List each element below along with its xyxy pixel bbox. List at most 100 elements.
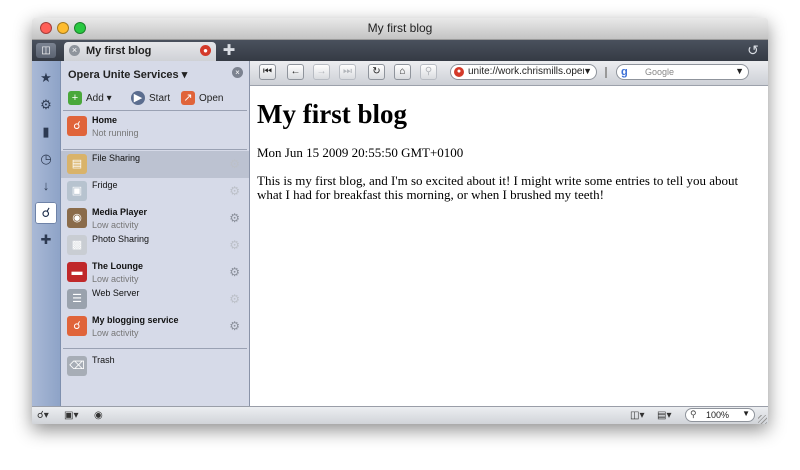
notes-panel-button[interactable]: ▮ bbox=[35, 121, 57, 143]
new-tab-button[interactable]: ✚ bbox=[220, 42, 238, 59]
service-status: Low activity bbox=[92, 328, 139, 338]
list-item-fridge[interactable]: ▣ Fridge ⚙ bbox=[61, 178, 249, 205]
plus-icon: ✚ bbox=[40, 232, 52, 247]
list-item-trash[interactable]: ⌫ Trash bbox=[61, 353, 249, 380]
unite-icon: ● bbox=[200, 45, 211, 56]
history-panel-button[interactable]: ◷ bbox=[35, 148, 57, 170]
add-button[interactable]: + Add ▾ bbox=[68, 91, 112, 107]
gear-icon[interactable]: ⚙ bbox=[229, 265, 240, 279]
forward-button[interactable]: → bbox=[313, 64, 330, 80]
reload-icon: ↻ bbox=[372, 66, 381, 77]
service-name: Photo Sharing bbox=[92, 234, 150, 244]
close-panel-icon[interactable]: × bbox=[232, 67, 243, 78]
zoom-select[interactable]: ⚲ 100% ▼ bbox=[685, 408, 755, 422]
open-label: Open bbox=[199, 93, 224, 104]
list-item-photo-sharing[interactable]: ▩ Photo Sharing ⚙ bbox=[61, 232, 249, 259]
wand-button[interactable]: ⚲ bbox=[420, 64, 437, 80]
title-bar: My first blog bbox=[32, 18, 768, 40]
magnifier-icon: ⚲ bbox=[690, 409, 697, 419]
divider bbox=[63, 149, 247, 150]
gear-icon[interactable]: ⚙ bbox=[229, 157, 240, 171]
unite-panel-button[interactable]: ☌ bbox=[35, 202, 57, 224]
open-button[interactable]: ↗ Open bbox=[181, 91, 223, 107]
browser-window: My first blog ◫ × My first blog ● ✚ ↺ ★ … bbox=[32, 18, 768, 424]
fast-forward-icon: ⏭ bbox=[343, 66, 352, 77]
list-item-the-lounge[interactable]: ▬ The Lounge Low activity ⚙ bbox=[61, 259, 249, 286]
gear-icon[interactable]: ⚙ bbox=[229, 292, 240, 306]
service-name: Web Server bbox=[92, 288, 140, 298]
service-name: Media Player bbox=[92, 207, 148, 217]
panel-toggle-button[interactable]: ◫ bbox=[36, 43, 56, 58]
search-field[interactable]: g Google ▼ bbox=[616, 64, 749, 80]
post-body: This is my first blog, and I'm so excite… bbox=[257, 173, 739, 202]
tab-label: My first blog bbox=[86, 45, 152, 57]
reload-button[interactable]: ↻ bbox=[368, 64, 385, 80]
resize-handle[interactable] bbox=[758, 415, 767, 424]
rewind-icon: ⏮ bbox=[263, 66, 272, 77]
navigation-toolbar: ⏮ ← → ⏭ ↻ ⌂ ⚲ ● unite://work.chrismills.… bbox=[250, 61, 768, 86]
service-status: Low activity bbox=[92, 274, 139, 284]
gear-icon[interactable]: ⚙ bbox=[229, 211, 240, 225]
unite-home-icon: ☌ bbox=[67, 116, 87, 136]
play-icon: ▶ bbox=[131, 91, 145, 106]
view-mode-button[interactable]: ◫▾ bbox=[630, 409, 644, 422]
download-icon: ↓ bbox=[42, 178, 50, 193]
chevron-down-icon: ▼ bbox=[742, 409, 750, 418]
turbo-status-button[interactable]: ▣▾ bbox=[64, 409, 78, 422]
panel-title-text: Opera Unite Services bbox=[68, 69, 179, 81]
add-label: Add bbox=[86, 93, 104, 104]
address-bar[interactable]: ● unite://work.chrismills.operaunite.com… bbox=[450, 64, 597, 80]
unite-status-button[interactable]: ☌▾ bbox=[37, 409, 49, 422]
list-item-web-server[interactable]: ☰ Web Server ⚙ bbox=[61, 286, 249, 313]
list-item-file-sharing[interactable]: ▤ File Sharing ⚙ bbox=[61, 151, 249, 178]
fridge-icon: ▣ bbox=[67, 181, 87, 201]
gear-icon[interactable]: ⚙ bbox=[229, 238, 240, 252]
closed-tabs-button[interactable]: ↺ bbox=[744, 42, 762, 59]
show-images-button[interactable]: ▤▾ bbox=[657, 409, 671, 422]
tab-my-first-blog[interactable]: × My first blog ● bbox=[64, 42, 216, 61]
list-item-media-player[interactable]: ◉ Media Player Low activity ⚙ bbox=[61, 205, 249, 232]
widgets-panel-button[interactable]: ⚙ bbox=[35, 94, 57, 116]
close-tab-icon[interactable]: × bbox=[69, 45, 80, 56]
fast-forward-button[interactable]: ⏭ bbox=[339, 64, 356, 80]
service-name: The Lounge bbox=[92, 261, 143, 271]
plus-icon: ✚ bbox=[222, 42, 236, 59]
unite-icon: ☌ bbox=[41, 205, 51, 220]
start-button[interactable]: ▶ Start bbox=[131, 91, 170, 107]
open-icon: ↗ bbox=[181, 91, 195, 106]
downloads-panel-button[interactable]: ↓ bbox=[35, 175, 57, 197]
panel-title[interactable]: Opera Unite Services ▾ bbox=[68, 68, 187, 81]
clock-icon: ◷ bbox=[40, 151, 52, 166]
page-content: My first blog Mon Jun 15 2009 20:55:50 G… bbox=[257, 97, 762, 202]
service-name: File Sharing bbox=[92, 153, 141, 163]
chevron-down-icon[interactable]: ▼ bbox=[735, 66, 744, 76]
service-name: My blogging service bbox=[92, 315, 179, 325]
chevron-down-icon: ▾ bbox=[181, 69, 188, 81]
google-icon: g bbox=[621, 66, 628, 78]
page-title: My first blog bbox=[257, 99, 407, 129]
widgets-icon: ⚙ bbox=[40, 97, 52, 112]
view-icon: ◫▾ bbox=[630, 410, 645, 421]
list-item-my-blogging-service[interactable]: ☌ My blogging service Low activity ⚙ bbox=[61, 313, 249, 340]
divider bbox=[63, 348, 247, 349]
opera-link-button[interactable]: ◉ bbox=[94, 409, 103, 422]
key-icon: ⚲ bbox=[424, 66, 433, 77]
window-title: My first blog bbox=[367, 21, 433, 35]
list-item-home[interactable]: ☌ Home Not running bbox=[61, 113, 249, 140]
arrow-left-icon: ← bbox=[290, 66, 301, 77]
post-date: Mon Jun 15 2009 20:55:50 GMT+0100 bbox=[257, 145, 464, 160]
service-name: Trash bbox=[92, 355, 115, 365]
rewind-button[interactable]: ⏮ bbox=[259, 64, 276, 80]
divider bbox=[63, 110, 247, 111]
image-icon: ▤▾ bbox=[657, 410, 672, 421]
chevron-down-icon[interactable]: ▼ bbox=[583, 66, 592, 76]
gear-icon[interactable]: ⚙ bbox=[229, 184, 240, 198]
gear-icon[interactable]: ⚙ bbox=[229, 319, 240, 333]
bookmarks-panel-button[interactable]: ★ bbox=[35, 67, 57, 89]
unite-icon: ● bbox=[454, 67, 464, 77]
unite-services-panel: Opera Unite Services ▾ × + Add ▾ ▶ Start ↗… bbox=[61, 61, 250, 406]
link-icon: ◉ bbox=[94, 410, 103, 421]
back-button[interactable]: ← bbox=[287, 64, 304, 80]
home-button[interactable]: ⌂ bbox=[394, 64, 411, 80]
add-panel-button[interactable]: ✚ bbox=[35, 229, 57, 251]
